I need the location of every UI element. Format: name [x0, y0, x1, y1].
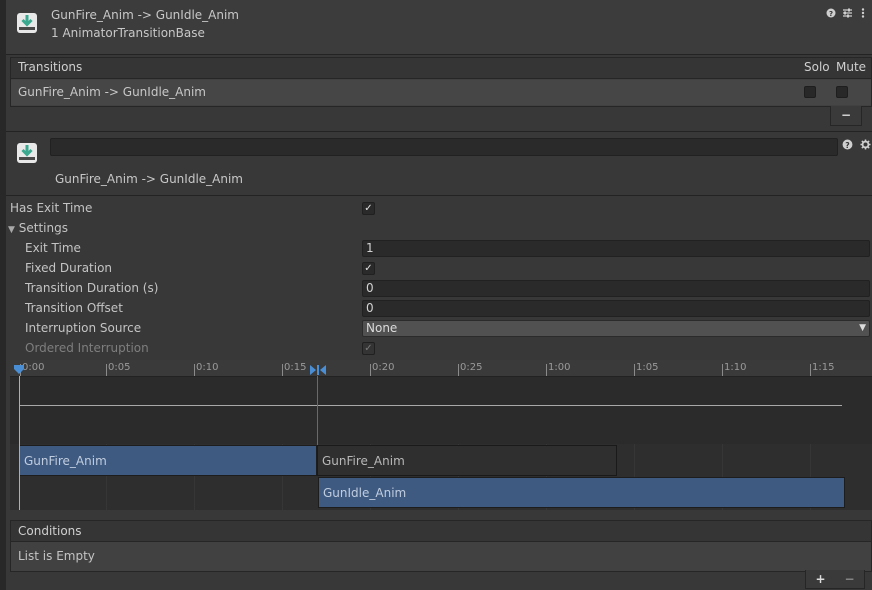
interruption-source-dropdown[interactable]: None ▼ — [362, 320, 870, 337]
header-title: GunFire_Anim -> GunIdle_Anim — [51, 8, 239, 22]
timeline-ruler[interactable]: 0:00 0:05 0:10 0:15 0:20 0:25 1:00 1:05 … — [10, 360, 872, 377]
tick-label: 1:10 — [724, 362, 747, 373]
add-condition-button[interactable]: + — [815, 572, 825, 586]
mute-checkbox[interactable] — [836, 86, 848, 98]
fixed-duration-checkbox[interactable]: ✓ — [362, 262, 375, 275]
solo-header: Solo — [804, 60, 830, 74]
transition-row[interactable]: GunFire_Anim -> GunIdle_Anim — [11, 80, 871, 105]
transitions-list: Transitions Solo Mute GunFire_Anim -> Gu… — [10, 57, 872, 107]
transition-start-line — [317, 376, 318, 445]
tick-label: 1:00 — [548, 362, 571, 373]
transition-handles-icon[interactable] — [309, 364, 327, 378]
timeline-curve-area — [10, 377, 872, 444]
transition-name-field[interactable] — [50, 138, 838, 156]
remove-condition-button[interactable]: − — [844, 572, 854, 586]
source-clip-overlap[interactable]: GunFire_Anim — [317, 445, 617, 476]
solo-checkbox[interactable] — [804, 86, 816, 98]
conditions-list: Conditions List is Empty — [10, 520, 872, 572]
tick-label: 0:20 — [372, 362, 395, 373]
source-clip[interactable]: GunFire_Anim — [19, 445, 317, 476]
transition-icon — [16, 12, 38, 37]
interruption-source-value: None — [366, 321, 398, 335]
dropdown-arrow-icon: ▼ — [859, 323, 866, 333]
left-edge-strip — [0, 0, 6, 590]
conditions-heading: Conditions — [18, 524, 82, 538]
transition-offset-field[interactable]: 0 — [362, 300, 870, 317]
transition-detail-icon — [16, 142, 38, 167]
detail-help-icon[interactable]: ? — [842, 139, 853, 153]
has-exit-time-checkbox[interactable]: ✓ — [362, 202, 375, 215]
inspector-header: GunFire_Anim -> GunIdle_Anim 1 AnimatorT… — [6, 0, 872, 55]
exit-time-field[interactable]: 1 — [362, 240, 870, 257]
more-icon[interactable] — [858, 8, 868, 21]
tick-label: 1:05 — [636, 362, 659, 373]
ordered-interruption-label: Ordered Interruption — [25, 341, 149, 355]
tick-label: 0:00 — [22, 362, 45, 373]
transitions-list-header: Transitions Solo Mute — [11, 58, 871, 79]
tick-label: 0:05 — [108, 362, 131, 373]
tick-label: 0:10 — [196, 362, 219, 373]
settings-foldout[interactable]: ▼ Settings — [8, 218, 68, 238]
gear-icon[interactable] — [860, 139, 871, 153]
interruption-source-label: Interruption Source — [25, 321, 142, 335]
playhead-line — [19, 376, 20, 510]
remove-transition-button[interactable]: − — [830, 106, 862, 126]
svg-text:?: ? — [845, 141, 849, 150]
has-exit-time-label: Has Exit Time — [10, 201, 93, 215]
mute-header: Mute — [836, 60, 867, 74]
transition-duration-field[interactable]: 0 — [362, 280, 870, 297]
ordered-interruption-checkbox: ✓ — [362, 342, 375, 355]
weight-curve — [20, 405, 842, 406]
settings-label: Settings — [18, 221, 68, 235]
divider — [6, 195, 872, 196]
divider — [6, 131, 872, 132]
svg-text:?: ? — [829, 10, 833, 18]
transitions-heading: Transitions — [18, 60, 83, 74]
help-icon[interactable]: ? — [826, 8, 836, 21]
conditions-header: Conditions — [11, 521, 871, 542]
transition-offset-label: Transition Offset — [25, 301, 123, 315]
foldout-arrow-icon: ▼ — [8, 225, 15, 235]
header-icons: ? — [826, 8, 868, 21]
fixed-duration-label: Fixed Duration — [25, 261, 113, 275]
transition-detail-label: GunFire_Anim -> GunIdle_Anim — [55, 172, 243, 186]
tick-label: 0:15 — [284, 362, 307, 373]
exit-time-label: Exit Time — [25, 241, 81, 255]
conditions-empty-text: List is Empty — [18, 549, 95, 563]
preset-icon[interactable] — [842, 8, 852, 21]
transition-duration-label: Transition Duration (s) — [25, 281, 159, 295]
transition-row-label: GunFire_Anim -> GunIdle_Anim — [18, 85, 206, 99]
tick-label: 1:15 — [812, 362, 835, 373]
transition-timeline[interactable]: 0:00 0:05 0:10 0:15 0:20 0:25 1:00 1:05 … — [10, 360, 872, 510]
destination-clip[interactable]: GunIdle_Anim — [318, 477, 845, 508]
tick-label: 0:25 — [460, 362, 483, 373]
header-subtitle: 1 AnimatorTransitionBase — [51, 26, 205, 40]
conditions-buttons: + − — [805, 570, 865, 589]
